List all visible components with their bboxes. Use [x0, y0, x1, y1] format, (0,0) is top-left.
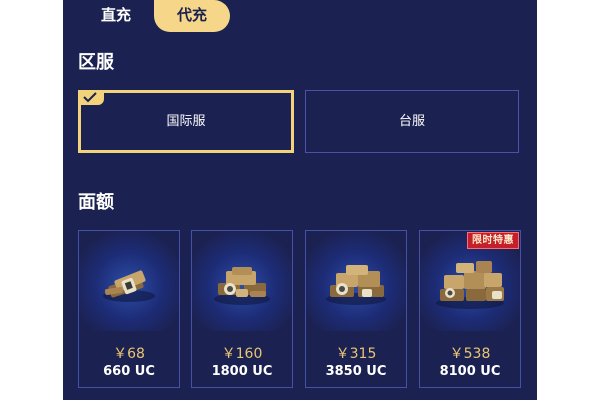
denomination-card-660uc[interactable]: ￥68 660 UC	[78, 230, 180, 388]
limited-offer-badge: 限时特惠	[467, 232, 519, 249]
region-option-taiwan[interactable]: 台服	[305, 90, 519, 153]
card-price: ￥68	[113, 346, 145, 362]
card-uc-amount: 1800 UC	[211, 364, 273, 379]
uc-coin-pile-medium-icon	[192, 231, 292, 331]
uc-coin-pile-small-icon	[79, 231, 179, 331]
recharge-tabs: 直充 代充	[63, 0, 537, 32]
region-option-label: 国际服	[166, 114, 206, 129]
region-section-title: 区服	[78, 52, 114, 73]
denomination-card-1800uc[interactable]: ￥160 1800 UC	[191, 230, 293, 388]
denomination-card-3850uc[interactable]: ￥315 3850 UC	[305, 230, 407, 388]
card-uc-amount: 660 UC	[103, 364, 155, 379]
amount-section-title: 面额	[78, 192, 114, 213]
region-option-label: 台服	[398, 114, 425, 129]
recharge-panel: 直充 代充 区服 国际服 台服 面额 ￥68 660 UC ￥160 1800 …	[63, 0, 537, 400]
uc-coin-pile-large-icon	[306, 231, 406, 331]
card-price: ￥538	[449, 346, 491, 362]
selected-check-icon	[78, 90, 104, 105]
denomination-card-8100uc[interactable]: 限时特惠 ￥538 8100 UC	[419, 230, 521, 388]
card-price: ￥315	[335, 346, 377, 362]
region-option-international[interactable]: 国际服	[78, 90, 294, 153]
card-price: ￥160	[221, 346, 263, 362]
card-uc-amount: 3850 UC	[325, 364, 387, 379]
card-uc-amount: 8100 UC	[439, 364, 501, 379]
tab-direct-recharge[interactable]: 直充	[85, 0, 147, 32]
tab-proxy-recharge[interactable]: 代充	[154, 0, 230, 32]
